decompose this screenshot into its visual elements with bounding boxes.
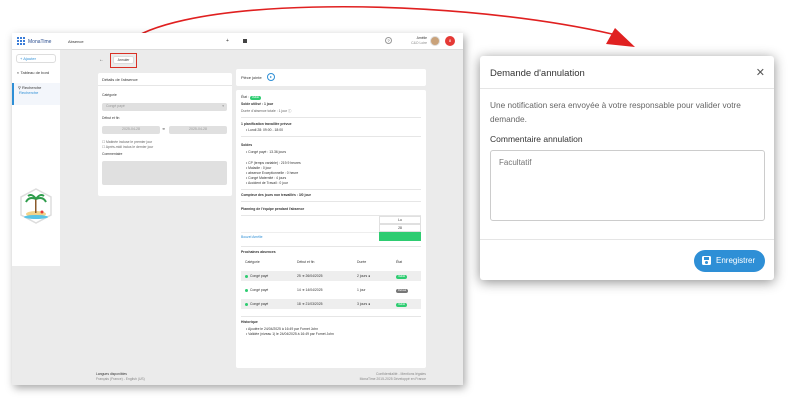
beach-illustration xyxy=(20,188,52,224)
summary-card: État : Validé Solde utilisé : 1 jour Dur… xyxy=(236,90,426,368)
info-icon: ⓘ xyxy=(288,109,292,113)
legal-links[interactable]: Confidentialité - Mentions légales xyxy=(312,372,426,376)
table-row[interactable]: Congé payé 18 ➔ 21/03/2025 3 jours ● Val… xyxy=(241,299,421,309)
module-name: Absence xyxy=(68,39,84,44)
team-day-header: Lu xyxy=(379,216,421,224)
arrow-left-icon[interactable]: ← xyxy=(99,57,104,63)
modal-title: Demande d'annulation xyxy=(490,68,585,79)
status-badge: Refusé xyxy=(396,289,409,293)
info-icon: ● xyxy=(368,302,371,306)
history-item: • Validée (niveau 1) le 24/04/2025 à 16:… xyxy=(246,332,334,336)
balance-item: • Accident de Travail : 0 jour xyxy=(246,181,288,185)
notification-icon[interactable]: 8 xyxy=(445,36,455,46)
next-absences-title: Prochaines absences xyxy=(241,250,276,254)
status-dot-icon xyxy=(245,302,248,306)
status-dot-icon xyxy=(245,288,248,292)
balance-item: • absence Exceptionnelle : 0 heure xyxy=(246,171,299,175)
balance-item: • Maladie : 0 jour xyxy=(246,166,272,170)
start-date-field[interactable]: 2025-04-28 xyxy=(102,126,160,134)
team-planning-title: Planning de l'équipe pendant l'absence xyxy=(241,207,305,211)
comment-textarea[interactable] xyxy=(102,161,227,185)
team-absence-cell xyxy=(379,232,421,241)
morning-checkbox[interactable]: ☐ Matinée incluse le premier jour xyxy=(102,140,152,144)
category-select[interactable]: Congé payé ▾ xyxy=(102,103,227,111)
details-title: Détails de l'absence xyxy=(102,77,138,82)
arrow-right-icon: ➔ xyxy=(162,127,165,131)
apps-grid-icon[interactable] xyxy=(17,37,25,45)
help-icon[interactable]: ? xyxy=(385,37,392,44)
total-duration: Durée d'absence totale : 1 jour ⓘ xyxy=(241,109,292,113)
calendar-icon[interactable] xyxy=(243,39,247,43)
sidebar-item-dashboard[interactable]: ◐ Tableau de bord xyxy=(17,70,49,75)
balances-title: Soldes xyxy=(241,143,253,147)
avatar[interactable] xyxy=(430,36,440,46)
comment-label: Commentaire annulation xyxy=(490,134,583,144)
category-label: Catégorie xyxy=(102,93,117,97)
top-bar: MonaTime Absence + ? Amélie C&O Loire 8 xyxy=(12,33,463,50)
table-row[interactable]: Congé payé 25 ➔ 26/04/2025 2 jours ● Val… xyxy=(241,271,421,281)
status-dot-icon xyxy=(245,274,248,278)
info-icon: ● xyxy=(368,274,371,278)
sidebar-item-search[interactable]: ⚲ Recherche Recherche xyxy=(12,83,60,105)
absence-details-card: Détails de l'absence Catégorie Congé pay… xyxy=(98,73,232,196)
floppy-disk-icon xyxy=(702,256,711,265)
copyright: MonaTime 2015-2025 Développé en France xyxy=(359,377,426,381)
upload-icon[interactable]: ▸ xyxy=(267,73,275,81)
user-name: Amélie xyxy=(416,36,427,40)
modal-message: Une notification sera envoyée à votre re… xyxy=(490,100,741,124)
table-row[interactable]: Congé payé 14 ➔ 14/04/2025 1 jour Refusé xyxy=(241,285,421,295)
team-member-link[interactable]: Bouzel Amélie xyxy=(241,232,379,241)
attachment-label: Pièce jointe xyxy=(241,75,262,80)
state-badge: Validé xyxy=(249,96,261,100)
status-badge: Validé xyxy=(396,275,408,279)
team-date-header: 28 xyxy=(379,224,421,232)
add-button[interactable]: + Ajouter xyxy=(16,54,56,63)
plus-icon[interactable]: + xyxy=(226,38,229,44)
languages-list[interactable]: Français (France) - English (US) xyxy=(96,377,145,381)
close-icon[interactable]: ✕ xyxy=(756,66,765,79)
save-button[interactable]: Enregistrer xyxy=(694,250,765,272)
end-date-field[interactable]: 2025-04-28 xyxy=(169,126,227,134)
afternoon-checkbox[interactable]: ☐ Après-midi inclus le dernier jour xyxy=(102,145,153,149)
languages-title: Langues disponibles xyxy=(96,372,127,376)
comment-label: Commentaire xyxy=(102,152,123,156)
chevron-down-icon: ▾ xyxy=(222,104,224,108)
history-title: Historique xyxy=(241,320,258,324)
balance-item: • CP (temps variable) : 219.9 heures xyxy=(246,161,301,165)
planning-item: • Lundi 28: 09:00 - 18:00 xyxy=(246,128,284,132)
balance-item: • Congé payé : 13.36 jours xyxy=(246,150,287,154)
app-window: MonaTime Absence + ? Amélie C&O Loire 8 … xyxy=(12,33,463,385)
status-badge: Validé xyxy=(396,303,408,307)
balance-item: • Congé Maternité : 4 jours xyxy=(246,176,287,180)
non-worked-counter: Compteur des jours non travaillés : 3/0 … xyxy=(241,193,311,197)
attachment-card: Pièce jointe ▸ xyxy=(236,69,426,86)
cancel-button[interactable]: Annuler xyxy=(113,56,134,64)
sidebar: + Ajouter ◐ Tableau de bord ⚲ Recherche … xyxy=(12,50,60,266)
cancellation-modal: Demande d'annulation ✕ Une notification … xyxy=(480,56,774,280)
state-row: État : Validé xyxy=(241,95,261,100)
next-absences-header: Catégorie Début et fin Durée État xyxy=(245,260,403,264)
used-balance: Solde utilisé : 1 jour xyxy=(241,102,274,106)
brand-name: MonaTime xyxy=(28,39,52,45)
user-role: C&O Loire xyxy=(411,41,427,45)
dates-label: Début et fin xyxy=(102,116,120,120)
history-item: • Ajoutée le 24/04/2025 à 16:49 par Forn… xyxy=(246,327,319,331)
planning-title: 1 planification travaillée prévue xyxy=(241,122,292,126)
cancellation-comment-input[interactable] xyxy=(490,150,765,221)
